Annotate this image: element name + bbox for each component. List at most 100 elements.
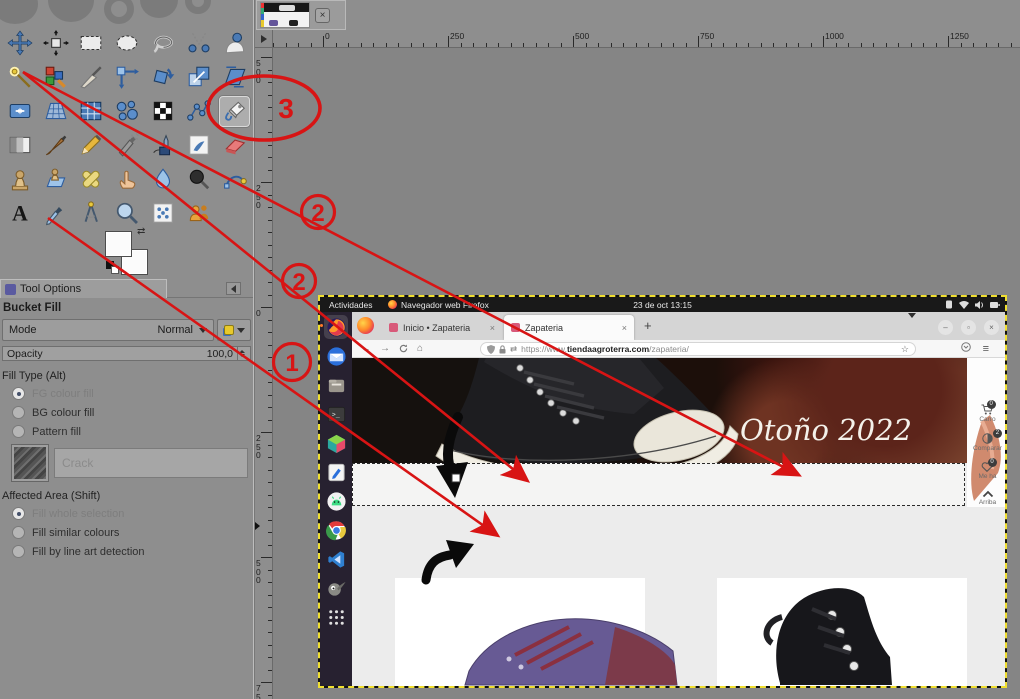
tool-pencil-icon[interactable]	[76, 130, 107, 161]
tool-foreground-select-icon[interactable]	[219, 28, 250, 59]
tool-blur-sharpen-icon[interactable]	[148, 164, 179, 195]
tool-paint-select-icon[interactable]	[183, 198, 214, 229]
tool-cage-transform-icon[interactable]	[148, 96, 179, 127]
tool-crop-icon[interactable]	[76, 62, 107, 93]
swap-colors-icon[interactable]: ⇄	[137, 226, 145, 237]
dock-vscode-icon[interactable]	[324, 547, 348, 571]
radio-bg-colour-fill[interactable]: BG colour fill	[0, 403, 253, 422]
tool-flip-icon[interactable]	[4, 96, 35, 127]
bookmark-star-icon[interactable]: ☆	[901, 344, 909, 355]
tab-inicio-zapateria[interactable]: Inicio • Zapateria ×	[382, 315, 502, 340]
dock-android-studio-icon[interactable]	[324, 489, 348, 513]
color-swatches[interactable]: ⇄	[103, 226, 155, 282]
vertical-ruler[interactable]: 500 250 0 250 500 750	[255, 48, 273, 699]
tool-eraser-icon[interactable]	[219, 130, 250, 161]
tool-n-point-deformation-icon[interactable]	[183, 96, 214, 127]
tool-shear-icon[interactable]	[219, 62, 250, 93]
edited-image[interactable]: Actividades Navegador web Firefox 23 de …	[320, 297, 1005, 686]
dock-thunderbird-icon[interactable]	[324, 344, 348, 368]
paint-mode-switch-button[interactable]	[217, 319, 251, 341]
close-tab-icon[interactable]: ×	[490, 323, 495, 333]
close-tab-icon[interactable]: ×	[622, 323, 627, 333]
url-text[interactable]: https://www.tiendaagroterra.com/zapateri…	[521, 344, 897, 354]
tool-ellipse-select-icon[interactable]	[112, 28, 143, 59]
back-icon[interactable]: ←	[361, 343, 371, 354]
close-image-icon[interactable]: ×	[315, 7, 330, 23]
mode-dropdown[interactable]: Mode Normal	[2, 319, 214, 341]
relay-icon[interactable]: ⇄	[510, 344, 517, 355]
dock-terminal-icon[interactable]: >_	[324, 402, 348, 426]
radio-pattern-fill[interactable]: Pattern fill	[0, 422, 253, 441]
tool-text-icon[interactable]: A	[4, 198, 35, 229]
canvas-area[interactable]: Actividades Navegador web Firefox 23 de …	[273, 48, 1020, 699]
tool-ink-icon[interactable]	[148, 130, 179, 161]
reload-icon[interactable]	[399, 344, 408, 353]
url-bar[interactable]: ⇄ https://www.tiendaagroterra.com/zapate…	[480, 342, 916, 356]
list-tabs-chevron-icon[interactable]	[908, 313, 916, 336]
tool-seamless-clone-icon[interactable]	[148, 198, 179, 229]
pattern-name-field[interactable]: Crack	[54, 448, 248, 478]
tool-zoom-icon[interactable]	[112, 198, 143, 229]
new-tab-button[interactable]: +	[644, 318, 652, 333]
tool-clone-icon[interactable]	[4, 164, 35, 195]
tool-select-by-color-icon[interactable]	[40, 62, 71, 93]
tool-unified-transform-icon[interactable]	[112, 62, 143, 93]
tool-bucket-fill-icon[interactable]	[219, 95, 251, 127]
tool-fuzzy-select-icon[interactable]	[4, 62, 35, 93]
tool-measure-icon[interactable]	[76, 198, 107, 229]
tool-rectangle-select-icon[interactable]	[76, 28, 107, 59]
default-colors-icon[interactable]	[111, 266, 119, 274]
ruler-corner-button[interactable]	[255, 30, 273, 48]
tool-options-tab[interactable]: Tool Options	[0, 279, 167, 298]
pocket-icon[interactable]	[961, 342, 971, 355]
tool-alignment-icon[interactable]	[40, 28, 71, 59]
close-window-button[interactable]: ×	[984, 319, 999, 335]
pattern-preview[interactable]	[11, 444, 49, 482]
tool-paths-icon[interactable]	[219, 164, 250, 195]
tool-dodge-burn-icon[interactable]	[183, 164, 214, 195]
radio-fg-colour-fill[interactable]: FG colour fill	[0, 384, 253, 403]
foreground-color-swatch[interactable]	[105, 231, 132, 257]
menu-icon[interactable]: ≡	[983, 343, 989, 355]
tool-color-picker-icon[interactable]	[40, 198, 71, 229]
tool-smudge-icon[interactable]	[112, 164, 143, 195]
tab-zapateria-active[interactable]: Zapateria ×	[504, 315, 634, 340]
lock-icon[interactable]	[499, 344, 506, 354]
dock-chrome-icon[interactable]	[324, 518, 348, 542]
tool-free-select-icon[interactable]	[148, 28, 179, 59]
activities-button[interactable]: Actividades	[320, 300, 381, 310]
opacity-slider[interactable]: Opacity 100,0	[2, 346, 251, 361]
opacity-spinner[interactable]	[237, 346, 246, 361]
shield-icon[interactable]	[487, 344, 495, 354]
tool-move-icon[interactable]	[4, 28, 35, 59]
dock-firefox-icon[interactable]	[320, 315, 348, 339]
dock-app-grid-icon[interactable]	[324, 605, 348, 629]
radio-fill-line-art[interactable]: Fill by line art detection	[0, 542, 253, 561]
tool-perspective-icon[interactable]	[40, 96, 71, 127]
firefox-logo-icon[interactable]	[357, 317, 374, 334]
dock-writer-icon[interactable]	[324, 460, 348, 484]
maximize-button[interactable]: ▫	[961, 319, 976, 335]
tool-heal-icon[interactable]	[76, 164, 107, 195]
tool-scissors-select-icon[interactable]	[183, 28, 214, 59]
tool-perspective-clone-icon[interactable]	[40, 164, 71, 195]
tool-rotate-icon[interactable]	[148, 62, 179, 93]
minimize-button[interactable]: –	[938, 319, 953, 335]
tool-gradient-icon[interactable]	[4, 130, 35, 161]
forward-icon[interactable]: →	[380, 343, 390, 354]
radio-fill-whole-selection[interactable]: Fill whole selection	[0, 504, 253, 523]
tool-warp-transform-icon[interactable]	[112, 96, 143, 127]
tool-mypaint-brush-icon[interactable]	[183, 130, 214, 161]
tool-3d-transform-icon[interactable]	[76, 96, 107, 127]
radio-fill-similar-colours[interactable]: Fill similar colours	[0, 523, 253, 542]
image-tab[interactable]: ×	[256, 0, 346, 30]
home-icon[interactable]: ⌂	[417, 343, 423, 354]
panel-collapse-button[interactable]	[226, 282, 241, 295]
tool-scale-icon[interactable]	[183, 62, 214, 93]
dock-files-icon[interactable]	[324, 373, 348, 397]
tool-paintbrush-icon[interactable]	[40, 130, 71, 161]
tool-airbrush-icon[interactable]	[112, 130, 143, 161]
dock-gimp-icon[interactable]	[324, 576, 348, 600]
horizontal-ruler[interactable]: 0 250 500 750 1000 1250	[273, 30, 1020, 48]
dock-boxes-icon[interactable]	[324, 431, 348, 455]
